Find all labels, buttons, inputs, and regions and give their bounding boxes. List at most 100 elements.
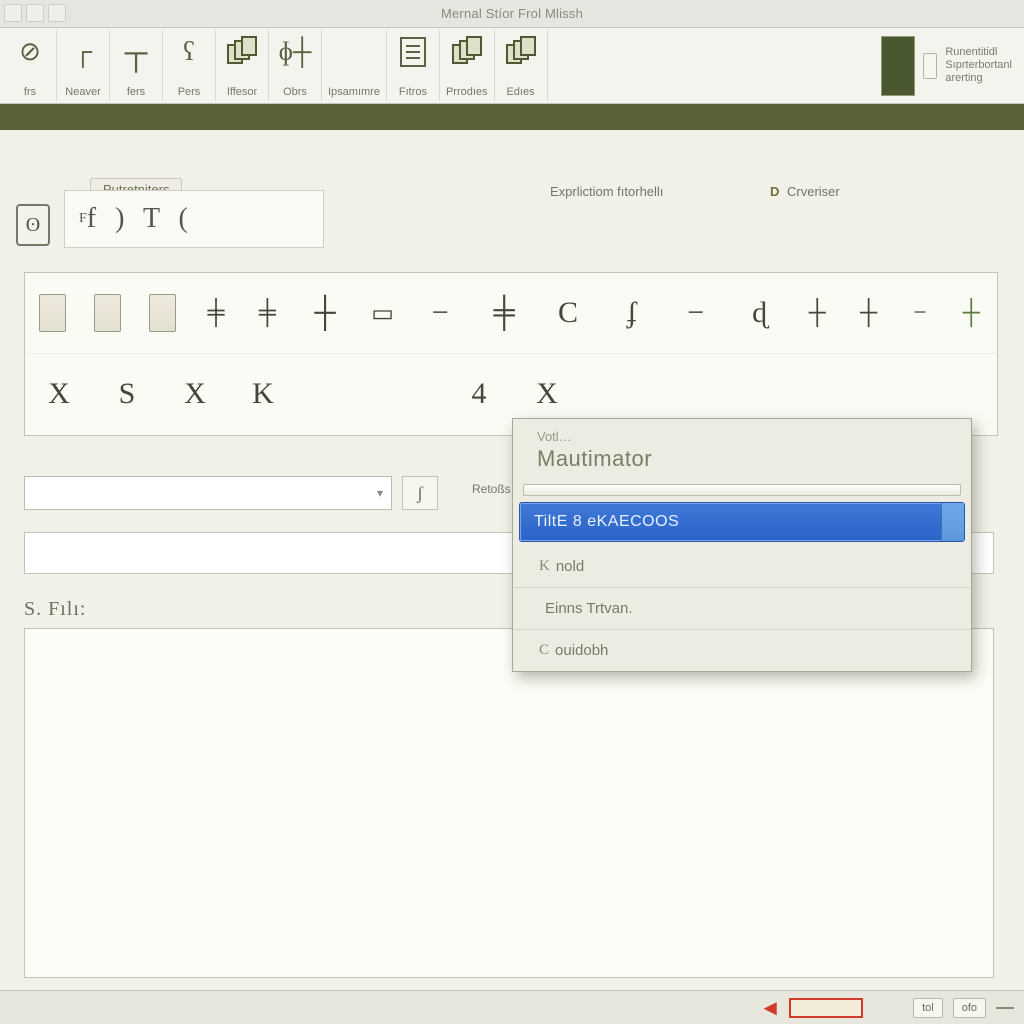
formula-preview[interactable]: F f ) T ( xyxy=(64,190,324,248)
ribbon-group-neaver[interactable]: ┌ Neaver xyxy=(57,30,110,101)
ribbon-ipsam-label: Ipsamımre xyxy=(328,86,380,98)
status-separator xyxy=(996,1007,1014,1009)
ribbon-obrs-icon: ɸ┼ xyxy=(275,32,315,72)
ribbon-tail-pill[interactable] xyxy=(923,53,937,79)
context-menu-thinbar xyxy=(523,484,961,496)
context-menu-subtitle: Votl… xyxy=(537,429,953,444)
ribbon-edes-icon xyxy=(501,32,541,72)
context-menu-item-key: K xyxy=(539,558,550,575)
context-menu-item[interactable]: K nold xyxy=(513,546,971,587)
ribbon-group-ftros[interactable]: Fıtros xyxy=(387,30,440,101)
ribbon-group-pes[interactable]: ʕ Pers xyxy=(163,30,216,101)
link-overiser-prefix: D xyxy=(770,184,779,199)
ribbon-ftros-icon xyxy=(393,32,433,72)
gallery-symbol[interactable]: K xyxy=(243,370,283,418)
qat-button-2[interactable] xyxy=(26,4,44,22)
side-badge[interactable]: ʘ xyxy=(16,204,50,246)
status-chip[interactable]: tol xyxy=(913,998,943,1018)
gallery-symbol[interactable]: ┼ xyxy=(857,289,880,337)
context-menu-selected-label: TiltE 8 eKAECOOS xyxy=(534,513,679,531)
gallery-symbol[interactable]: X xyxy=(39,370,79,418)
gallery-symbol[interactable]: ╪ xyxy=(204,289,227,337)
ribbon-group-iffesor[interactable]: Iffesor xyxy=(216,30,269,101)
context-menu-item[interactable]: C ouidobh xyxy=(513,629,971,671)
ribbon-pes-label: Pers xyxy=(178,86,201,98)
gallery-symbol[interactable]: ┼ xyxy=(307,289,343,337)
results-area[interactable] xyxy=(24,628,994,978)
gallery-symbol[interactable]: ʄ xyxy=(614,289,650,337)
context-menu: Votl… Mautimator TiltE 8 eKAECOOS K nold… xyxy=(512,418,972,672)
results-label: S. Fılı: xyxy=(24,598,86,621)
gallery-symbol[interactable]: ╪ xyxy=(256,289,279,337)
ribbon-ipsam-icon xyxy=(334,32,374,72)
ribbon-tail-text: Runentitidl Sıprterbortanl arerting xyxy=(945,46,1012,86)
ribbon-ftros-label: Fıtros xyxy=(399,86,427,98)
gallery-symbol[interactable]: X xyxy=(175,370,215,418)
gallery-row-1: ╪ ╪ ┼ ▭ − ╪ C ʄ − ɖ ┼ ┼ − ┼ xyxy=(25,273,997,353)
context-menu-item-key: C xyxy=(539,642,549,659)
gallery-thumb[interactable] xyxy=(39,294,66,332)
selector-extra[interactable]: ʃ xyxy=(402,476,438,510)
context-menu-selected[interactable]: TiltE 8 eKAECOOS xyxy=(519,502,965,542)
ribbon-group-prrodes[interactable]: Prrodıes xyxy=(440,30,495,101)
formula-text: f ) T ( xyxy=(87,203,194,235)
ribbon: ⊘ frs ┌ Neaver ┬ fers ʕ Pers Iffesor ɸ┼ … xyxy=(0,28,1024,104)
ribbon-prrodes-icon xyxy=(447,32,487,72)
ribbon-group-ipsam[interactable]: Ipsamımre xyxy=(322,30,387,101)
gallery-symbol[interactable]: 4 xyxy=(459,370,499,418)
title-bar: Mernal Stíor Frol Mlissh xyxy=(0,0,1024,28)
status-highlight-box[interactable] xyxy=(789,998,863,1018)
gallery-symbol[interactable]: X xyxy=(527,370,567,418)
gallery-symbol[interactable]: ┼ xyxy=(960,289,983,337)
status-chip[interactable]: ofo xyxy=(953,998,986,1018)
link-overiser[interactable]: D Crveriser xyxy=(770,184,840,199)
ribbon-group-edes[interactable]: Edıes xyxy=(495,30,548,101)
arrow-left-icon: ◄ xyxy=(759,995,781,1021)
qat-button-3[interactable] xyxy=(48,4,66,22)
quick-access-toolbar xyxy=(4,4,66,22)
context-menu-item[interactable]: Einns Trtvan. xyxy=(513,587,971,629)
gallery-symbol[interactable]: S xyxy=(107,370,147,418)
link-expression-label: Exprlictiom fıtorhellı xyxy=(550,184,663,199)
ribbon-group-fers[interactable]: ┬ fers xyxy=(110,30,163,101)
gallery-thumb[interactable] xyxy=(94,294,121,332)
ribbon-tail: Runentitidl Sıprterbortanl arerting xyxy=(873,30,1020,101)
ribbon-prrodes-label: Prrodıes xyxy=(446,86,488,98)
ribbon-color-swatch[interactable] xyxy=(881,36,915,96)
ribbon-neaver-label: Neaver xyxy=(65,86,100,98)
ribbon-frs-label: frs xyxy=(24,86,36,98)
context-menu-header: Votl… Mautimator xyxy=(513,419,971,478)
link-overiser-label: Crveriser xyxy=(787,184,840,199)
gallery-symbol[interactable]: ɖ xyxy=(742,289,778,337)
ribbon-iffesor-icon xyxy=(222,32,262,72)
ribbon-group-obrs[interactable]: ɸ┼ Obrs xyxy=(269,30,322,101)
status-chip-label: tol xyxy=(922,1002,934,1014)
selector-label: Retoßs xyxy=(472,482,511,496)
window-title: Mernal Stíor Frol Mlissh xyxy=(441,6,583,21)
gallery-symbol[interactable]: C xyxy=(550,289,586,337)
ribbon-fers-icon: ┬ xyxy=(116,32,156,72)
link-expression[interactable]: Exprlictiom fıtorhellı xyxy=(550,184,663,199)
formula-sup: F xyxy=(79,211,87,227)
qat-button-1[interactable] xyxy=(4,4,22,22)
symbol-gallery: ╪ ╪ ┼ ▭ − ╪ C ʄ − ɖ ┼ ┼ − ┼ X S X K xyxy=(24,272,998,436)
ribbon-edes-label: Edıes xyxy=(506,86,534,98)
gallery-symbol[interactable]: ┼ xyxy=(806,289,829,337)
gallery-symbol[interactable]: ╪ xyxy=(486,289,522,337)
ribbon-frs-icon: ⊘ xyxy=(10,32,50,72)
gallery-symbol[interactable]: − xyxy=(422,289,458,337)
ribbon-group-frs[interactable]: ⊘ frs xyxy=(4,30,57,101)
gallery-symbol[interactable]: − xyxy=(908,289,931,337)
side-badge-glyph: ʘ xyxy=(26,214,40,237)
ribbon-neaver-icon: ┌ xyxy=(63,32,103,72)
ribbon-iffesor-label: Iffesor xyxy=(227,86,257,98)
status-chip-label: ofo xyxy=(962,1002,977,1014)
selector-extra-glyph: ʃ xyxy=(417,483,423,504)
context-menu-item-label: ouidobh xyxy=(555,642,608,659)
context-menu-item-label: nold xyxy=(556,558,584,575)
context-menu-item-label: Einns Trtvan. xyxy=(545,600,633,617)
gallery-thumb[interactable] xyxy=(149,294,176,332)
gallery-symbol[interactable]: − xyxy=(678,289,714,337)
gallery-symbol[interactable]: ▭ xyxy=(371,289,394,337)
selector-dropdown[interactable]: ▾ xyxy=(24,476,392,510)
